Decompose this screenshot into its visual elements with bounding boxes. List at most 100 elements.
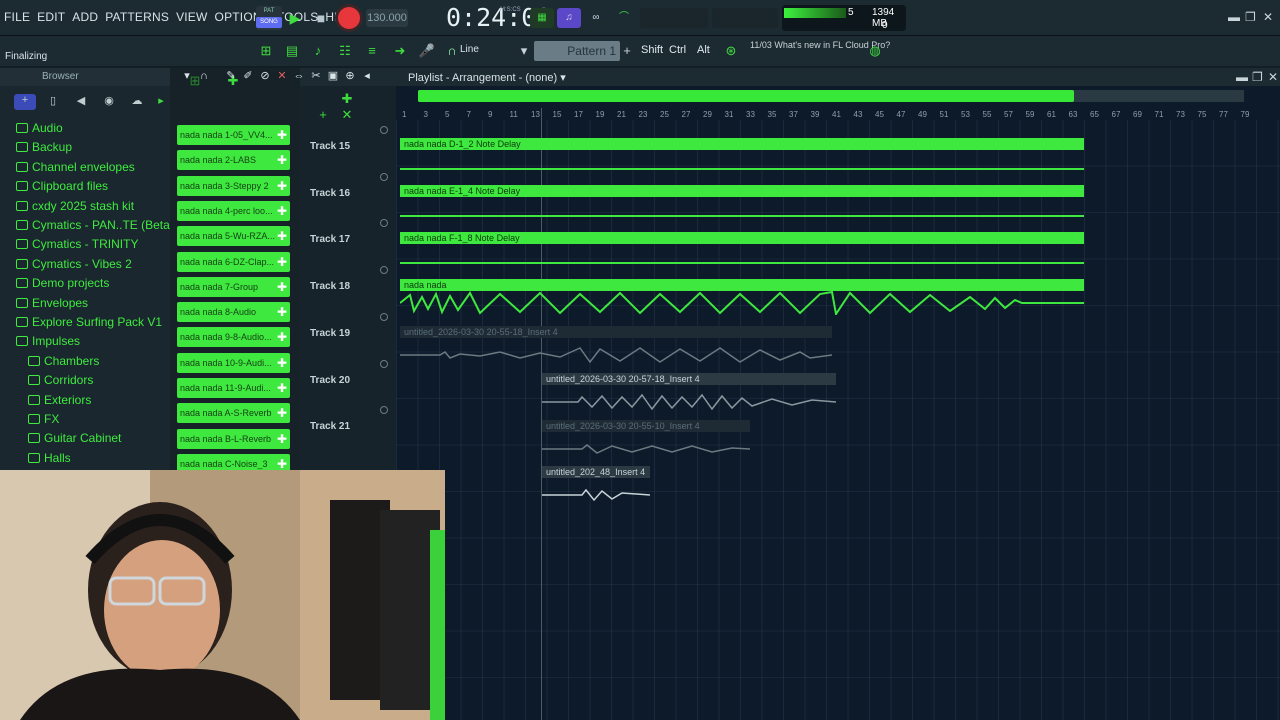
- mute-icon[interactable]: ✕: [275, 69, 289, 83]
- channel-plus-icon[interactable]: ✚: [277, 201, 287, 221]
- channel-rack-icon[interactable]: ☷: [336, 42, 354, 60]
- tempo-display[interactable]: 130.000: [366, 9, 408, 27]
- file-tab-icon[interactable]: ▯: [44, 94, 62, 110]
- browser-item[interactable]: Cymatics - TRINITY: [16, 237, 138, 251]
- track-record-icon[interactable]: [380, 172, 388, 181]
- clip-track-19[interactable]: untitled_2026-03-30 20-55-18_Insert 4: [400, 326, 832, 366]
- channel-plus-icon[interactable]: ✚: [277, 403, 287, 423]
- close-icon[interactable]: ✕: [1263, 10, 1273, 24]
- add-pattern-icon[interactable]: +: [618, 42, 636, 60]
- snap-select[interactable]: Line: [460, 44, 514, 58]
- magnet-icon[interactable]: ∩: [443, 42, 461, 60]
- snap-icon[interactable]: ⊞: [257, 42, 275, 60]
- clip-track-20[interactable]: untitled_2026-03-30 20-57-18_Insert 4: [542, 373, 836, 413]
- news-icon[interactable]: ⊛: [722, 42, 740, 60]
- menu-add[interactable]: ADD: [72, 10, 98, 24]
- channel-plus-icon[interactable]: ✚: [277, 327, 287, 347]
- channel-button[interactable]: nada nada 5-Wu-RZA... ✚: [177, 226, 290, 247]
- clip-track-21[interactable]: untitled_2026-03-30 20-55-10_Insert 4: [542, 420, 750, 460]
- countdown-icon[interactable]: ⌒: [612, 8, 636, 28]
- microphone-icon[interactable]: 🎤: [418, 42, 436, 60]
- channel-button[interactable]: nada nada 9-8-Audio... ✚: [177, 327, 290, 348]
- channel-plus-icon[interactable]: ✚: [277, 302, 287, 322]
- channel-button[interactable]: nada nada 8-Audio ✚: [177, 302, 290, 323]
- piano-roll-icon[interactable]: ♪: [309, 42, 327, 60]
- clip-track-18[interactable]: nada nada: [400, 279, 1084, 317]
- menu-file[interactable]: FILE: [4, 10, 30, 24]
- track-record-icon[interactable]: [380, 126, 388, 134]
- blend-notes-icon[interactable]: ♫: [557, 8, 581, 28]
- channel-button[interactable]: nada nada 10-9-Audi... ✚: [177, 352, 290, 373]
- speaker-icon[interactable]: ◂: [360, 69, 374, 83]
- track-label[interactable]: Track 16: [310, 188, 350, 199]
- browser-item[interactable]: Exteriors: [28, 393, 91, 407]
- arrangement-area[interactable]: 1 3 5 7 9 11 13 15 17 19 21 23 25 27 29 31 33 35 37 39 41 43 4…: [396, 86, 1280, 720]
- plugin-tab-icon[interactable]: ◀: [72, 94, 90, 110]
- slip-icon[interactable]: ⇔: [292, 69, 306, 83]
- horizontal-scrollbar[interactable]: [418, 90, 1074, 102]
- track-label[interactable]: Track 15: [310, 141, 350, 152]
- track-label[interactable]: Track 17: [310, 234, 350, 245]
- menu-edit[interactable]: EDIT: [37, 10, 65, 24]
- all-tab-icon[interactable]: +: [14, 94, 36, 110]
- track-record-icon[interactable]: [380, 266, 388, 275]
- menu-view[interactable]: VIEW: [176, 10, 207, 24]
- browser-item[interactable]: Explore Surfing Pack V1: [16, 315, 162, 329]
- track-x-icon[interactable]: ✕: [338, 106, 356, 124]
- channel-button[interactable]: nada nada 6-DZ-Clap... ✚: [177, 251, 290, 272]
- browser-item[interactable]: Backup: [16, 140, 72, 154]
- browser-item[interactable]: FX: [28, 412, 59, 426]
- pat-song-toggle[interactable]: PAT SONG: [256, 6, 282, 30]
- timeline-ruler[interactable]: 1 3 5 7 9 11 13 15 17 19 21 23 25 27 29 31 33 35 37 39 41 43 4…: [396, 108, 1280, 120]
- restore-icon[interactable]: ❐: [1245, 10, 1256, 24]
- mixer-icon[interactable]: ≡: [363, 42, 381, 60]
- pencil-icon[interactable]: ✎: [224, 69, 238, 83]
- browser-item[interactable]: Cymatics - Vibes 2: [16, 257, 132, 271]
- clip-track-17[interactable]: nada nada F-1_8 Note Delay: [400, 232, 1084, 264]
- channel-plus-icon[interactable]: ✚: [277, 429, 287, 449]
- channel-button[interactable]: nada nada 2-LABS ✚: [177, 150, 290, 171]
- playlist-minimize-icon[interactable]: ▬: [1236, 70, 1248, 84]
- clip-track-22[interactable]: untitled_202_48_Insert 4: [542, 466, 650, 506]
- channel-button[interactable]: nada nada 3-Steppy 2 ✚: [177, 175, 290, 196]
- playlist-restore-icon[interactable]: ❐: [1252, 70, 1263, 84]
- track-label[interactable]: Track 21: [310, 421, 350, 432]
- channel-plus-icon[interactable]: ✚: [277, 252, 287, 272]
- channel-button[interactable]: nada nada 4-perc loo... ✚: [177, 200, 290, 221]
- magnet-tool-icon[interactable]: ∩: [197, 69, 211, 83]
- cloud-tab-icon[interactable]: ☁: [128, 94, 146, 110]
- channel-button[interactable]: nada nada B-L-Reverb ✚: [177, 428, 290, 449]
- ctrl-button[interactable]: Ctrl: [669, 44, 686, 56]
- browser-item[interactable]: Guitar Cabinet: [28, 431, 121, 445]
- stop-icon[interactable]: ■: [311, 8, 331, 28]
- track-record-icon[interactable]: [380, 359, 388, 368]
- delete-icon[interactable]: ⊘: [258, 69, 272, 83]
- arrow-icon[interactable]: ▾: [180, 69, 194, 83]
- track-record-icon[interactable]: [380, 219, 388, 228]
- channel-button[interactable]: nada nada 1-05_VV4... ✚: [177, 125, 290, 145]
- channel-button[interactable]: nada nada 7-Group ✚: [177, 276, 290, 297]
- globe-icon[interactable]: ◍: [866, 42, 884, 60]
- browser-item[interactable]: Clipboard files: [16, 179, 108, 193]
- wait-input-icon[interactable]: ∞: [584, 8, 608, 28]
- record-button[interactable]: [338, 7, 360, 29]
- browser-arrow-icon[interactable]: ▸: [152, 94, 170, 110]
- web-tab-icon[interactable]: ◉: [100, 94, 118, 110]
- channel-plus-icon[interactable]: ✚: [277, 378, 287, 398]
- arrow-right-icon[interactable]: ➜: [391, 42, 409, 60]
- channel-plus-icon[interactable]: ✚: [277, 150, 287, 170]
- playlist-close-icon[interactable]: ✕: [1268, 70, 1278, 84]
- channel-plus-icon[interactable]: ✚: [277, 176, 287, 196]
- brush-icon[interactable]: ✐: [241, 69, 255, 83]
- browser-item[interactable]: Halls: [28, 451, 71, 465]
- menu-patterns[interactable]: PATTERNS: [105, 10, 169, 24]
- browser-item[interactable]: Impulses: [16, 334, 80, 348]
- browser-item[interactable]: Chambers: [28, 354, 99, 368]
- slice-icon[interactable]: ✂: [309, 69, 323, 83]
- alt-button[interactable]: Alt: [697, 44, 710, 56]
- shift-button[interactable]: Shift: [641, 44, 663, 56]
- select-icon[interactable]: ▣: [326, 69, 340, 83]
- play-icon[interactable]: ▶: [285, 8, 305, 28]
- browser-item[interactable]: cxdy 2025 stash kit: [16, 199, 134, 213]
- metronome-icon[interactable]: ▦: [530, 8, 554, 28]
